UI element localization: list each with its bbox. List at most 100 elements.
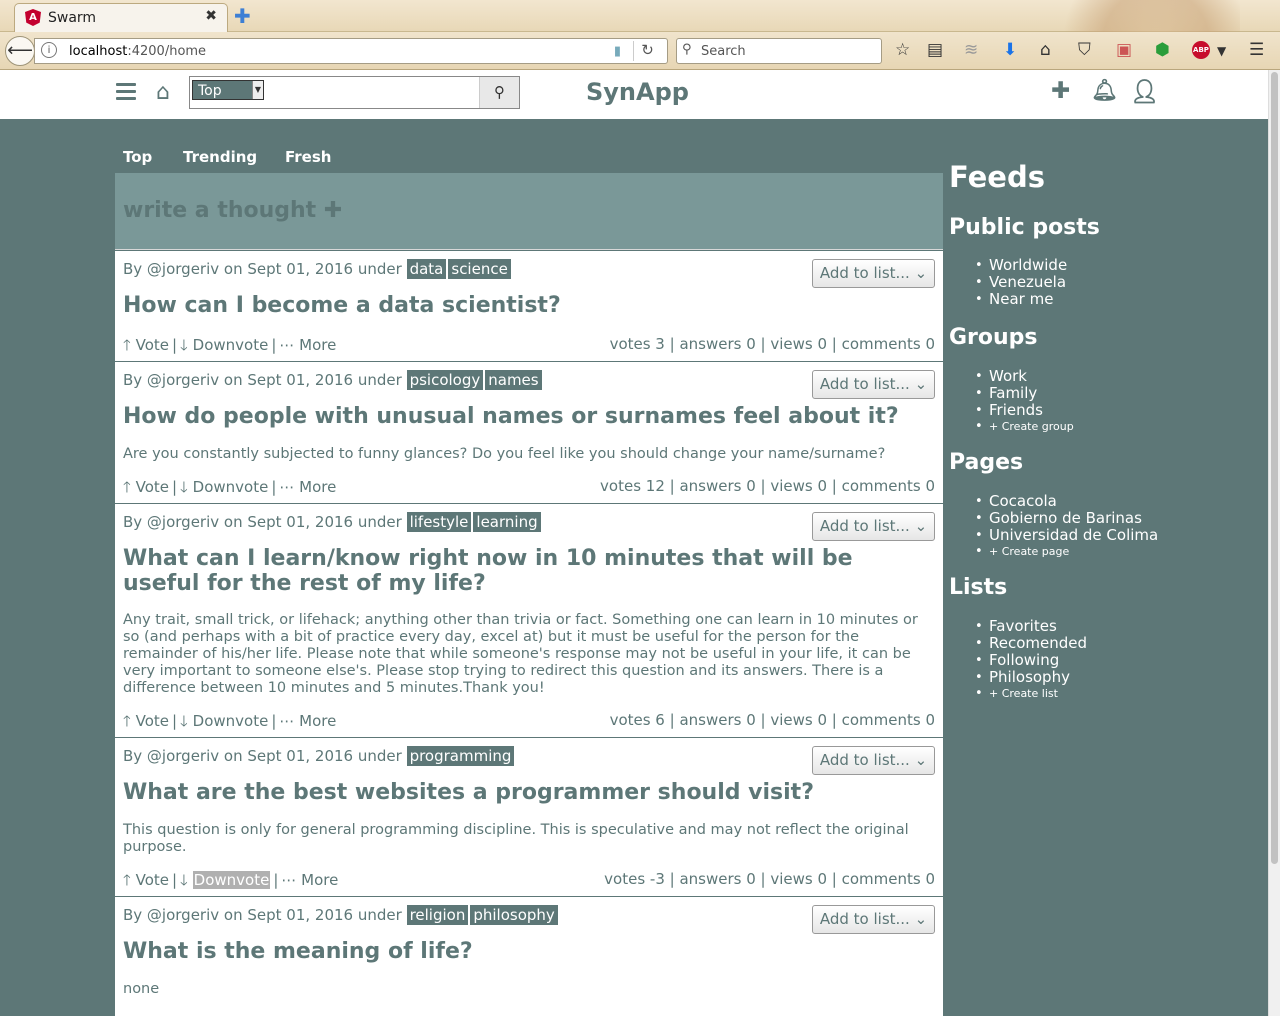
add-to-list-button[interactable]: Add to list... ⌄ [812,746,935,775]
url-bar[interactable]: i localhost:4200/home ▮ ↻ [34,38,668,64]
back-icon[interactable]: ⟵ [5,36,35,66]
close-icon[interactable]: ✖ [205,8,217,24]
more-button[interactable]: More [299,478,336,496]
create-page-link[interactable]: + Create page [975,544,1158,559]
post-meta: By @jorgeriv on Sept 01, 2016 under reli… [123,905,560,925]
page-scrollbar[interactable] [1268,70,1280,1016]
add-to-list-button[interactable]: Add to list... ⌄ [812,259,935,288]
sidebar-item-universidad[interactable]: Universidad de Colima [975,527,1158,545]
app-header: ⌂ Top ▼ ⚲ SynApp ✚ 🔔︎ 👤︎ [0,70,1268,119]
create-list-link[interactable]: + Create list [975,686,1087,701]
groups-list: Work Family Friends + Create group [975,368,1074,435]
post-byline: By @jorgeriv on Sept 01, 2016 under [123,260,402,278]
post-actions: 🡑 Vote | 🡓 Downvote | ⋯ More [123,712,337,730]
browser-search-input[interactable]: ⚲ Search [676,38,882,64]
tag[interactable]: names [485,370,542,390]
sidebar-item-near-me[interactable]: Near me [975,291,1067,309]
ellipsis-icon: ⋯ [279,336,295,354]
post-actions: 🡑 Vote | 🡓 Downvote | ⋯ More [123,336,337,354]
brand-title[interactable]: SynApp [586,78,689,106]
vote-button[interactable]: Vote [136,478,169,496]
home-icon[interactable]: ⌂ [156,80,170,105]
reader-icon[interactable]: ▤ [927,40,943,60]
compose-box[interactable]: write a thought ✚ [115,173,943,250]
download-icon[interactable]: ⬇ [1003,40,1017,60]
pocket-icon[interactable]: ≋ [964,40,978,60]
menu-icon[interactable]: ☰ [1249,40,1264,60]
user-icon[interactable]: 👤︎ [1130,78,1159,105]
sidebar-item-philosophy[interactable]: Philosophy [975,669,1087,687]
info-icon[interactable]: i [41,42,57,58]
sidebar-item-friends[interactable]: Friends [975,402,1074,420]
plus-icon[interactable]: ✚ [1051,78,1070,104]
sidebar-item-favorites[interactable]: Favorites [975,618,1087,636]
create-group-link[interactable]: + Create group [975,419,1074,434]
browser-tab[interactable]: A Swarm ✖ [14,3,228,32]
add-to-list-button[interactable]: Add to list... ⌄ [812,905,935,934]
browser-tabbar: A Swarm ✖ ✚ [0,0,1280,70]
ellipsis-icon: ⋯ [281,871,297,889]
vote-button[interactable]: Vote [136,712,169,730]
tab-trending[interactable]: Trending [183,148,257,166]
post-stats: votes 12 | answers 0 | views 0 | comment… [600,477,935,495]
post-byline: By @jorgeriv on Sept 01, 2016 under [123,371,402,389]
sidebar-item-work[interactable]: Work [975,368,1074,386]
tag[interactable]: programming [406,746,515,766]
more-button[interactable]: More [299,712,336,730]
shield-icon[interactable]: ⛉ [1078,40,1091,60]
downvote-button[interactable]: Downvote [193,712,269,730]
extension-icon[interactable]: ▣ [1116,40,1132,60]
chevron-down-icon: ▼ [252,81,263,99]
tag[interactable]: learning [473,512,541,532]
tag[interactable]: philosophy [470,905,558,925]
add-to-list-button[interactable]: Add to list... ⌄ [812,370,935,399]
bell-icon[interactable]: 🔔︎ [1091,78,1118,103]
sidebar-item-cocacola[interactable]: Cocacola [975,493,1158,511]
sidebar-item-venezuela[interactable]: Venezuela [975,274,1067,292]
privacy-icon[interactable]: ⬢ [1155,40,1170,60]
search-type-select[interactable]: Top ▼ [192,80,264,100]
tag[interactable]: psicology [406,370,484,390]
sidebar-item-following[interactable]: Following [975,652,1087,670]
post-title[interactable]: What are the best websites a programmer … [123,780,935,805]
tag[interactable]: religion [406,905,469,925]
more-button[interactable]: More [299,336,336,354]
tab-fresh[interactable]: Fresh [285,148,331,166]
sidebar-item-worldwide[interactable]: Worldwide [975,257,1067,275]
tab-top[interactable]: Top [123,148,152,166]
chevron-down-icon[interactable]: ▼ [1217,44,1226,58]
post-title[interactable]: What is the meaning of life? [123,939,935,964]
search-button[interactable]: ⚲ [479,77,519,108]
post-title[interactable]: How can I become a data scientist? [123,293,935,318]
home-icon[interactable]: ⌂ [1040,40,1051,60]
downvote-button[interactable]: Downvote [192,871,271,889]
new-tab-icon[interactable]: ✚ [234,4,251,28]
sidebar-item-family[interactable]: Family [975,385,1074,403]
vote-button[interactable]: Vote [136,871,169,889]
adblock-icon[interactable]: ABP [1192,41,1210,59]
tag[interactable]: data [406,259,447,279]
scrollbar-thumb[interactable] [1271,72,1278,864]
bookmark-file-icon[interactable]: ▮ [614,44,621,59]
downvote-button[interactable]: Downvote [193,478,269,496]
sidebar-item-gobierno[interactable]: Gobierno de Barinas [975,510,1158,528]
star-icon[interactable]: ☆ [895,40,910,60]
post-meta: By @jorgeriv on Sept 01, 2016 under data… [123,259,513,279]
arrow-down-icon: 🡓 [180,478,188,496]
hamburger-menu-icon[interactable] [116,83,136,100]
add-to-list-button[interactable]: Add to list... ⌄ [812,512,935,541]
post-actions: 🡑 Vote | 🡓 Downvote | ⋯ More [123,871,339,889]
post-body: Are you constantly subjected to funny gl… [123,446,886,462]
search-placeholder: Search [701,44,746,59]
tag[interactable]: science [448,259,511,279]
arrow-up-icon: 🡑 [123,712,131,730]
reload-icon[interactable]: ↻ [633,41,661,61]
vote-button[interactable]: Vote [136,336,169,354]
downvote-button[interactable]: Downvote [193,336,269,354]
more-button[interactable]: More [301,871,338,889]
tag[interactable]: lifestyle [406,512,472,532]
post-title[interactable]: How do people with unusual names or surn… [123,404,935,429]
post-title[interactable]: What can I learn/know right now in 10 mi… [123,546,935,596]
sidebar-item-recomended[interactable]: Recomended [975,635,1087,653]
ellipsis-icon: ⋯ [279,478,295,496]
